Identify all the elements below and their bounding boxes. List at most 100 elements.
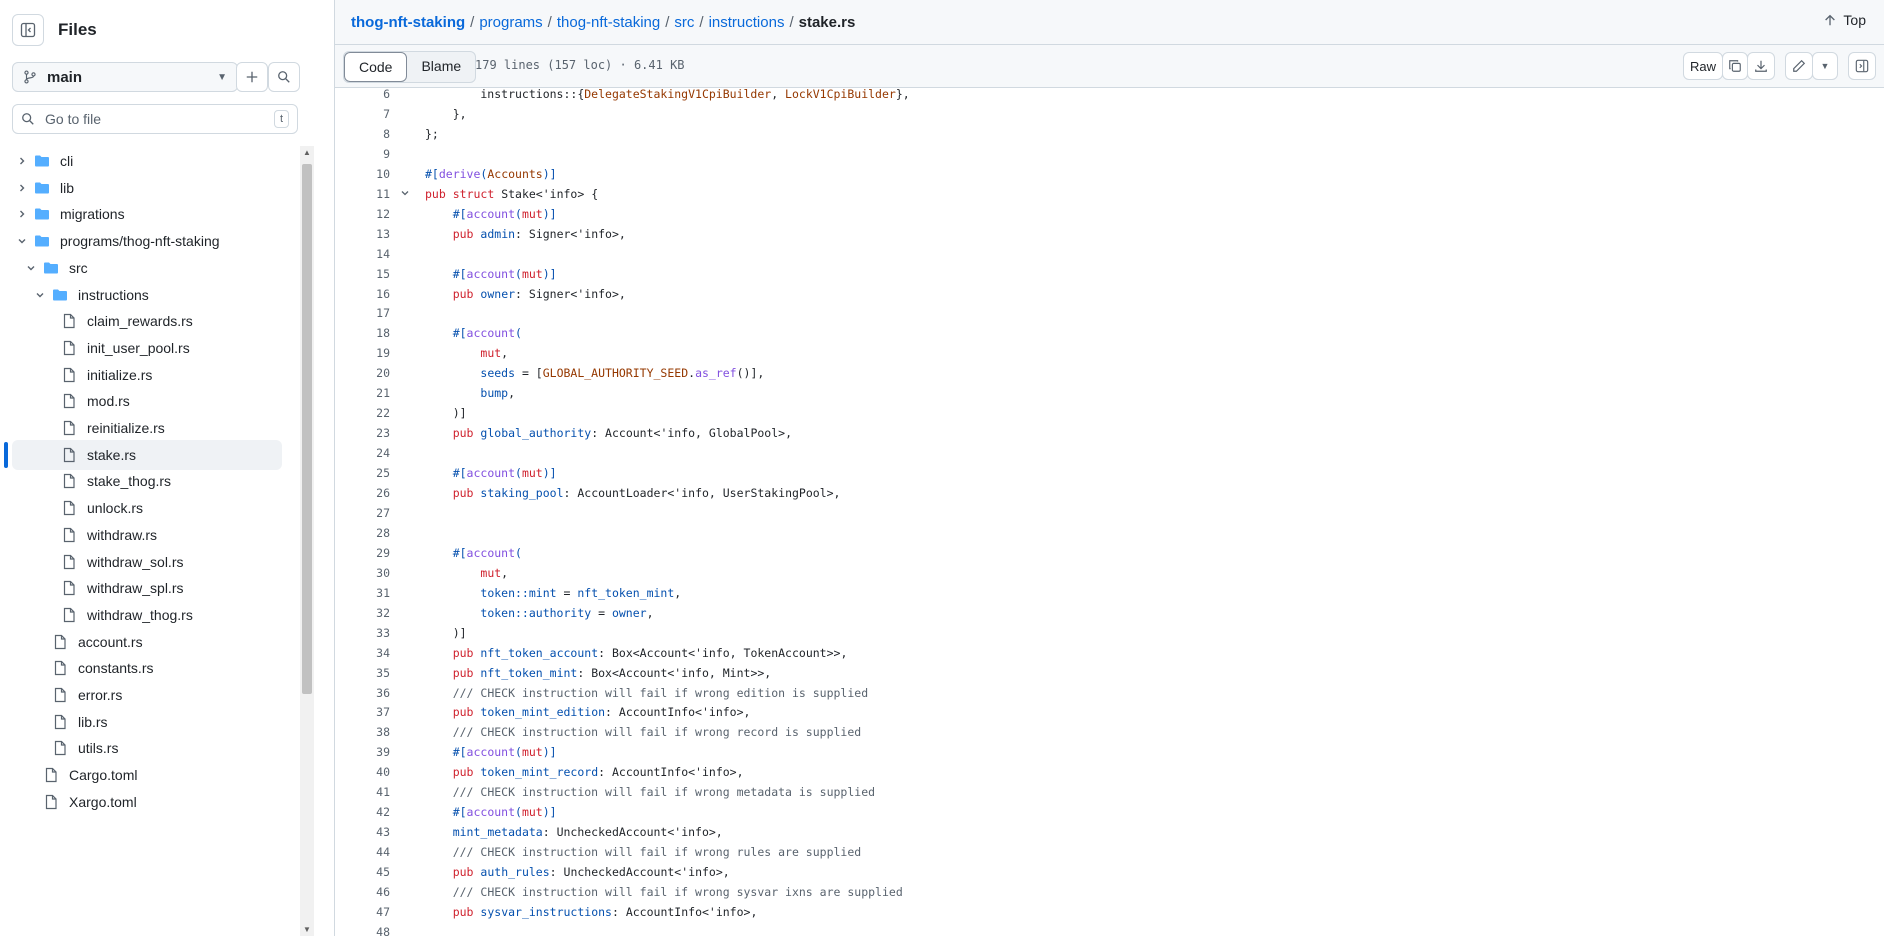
code-text: token::authority = owner, [480,605,654,620]
line-number[interactable]: 16 [335,284,390,304]
fold-chevron-icon[interactable] [399,184,411,204]
line-number[interactable]: 7 [335,104,390,124]
download-button[interactable] [1747,52,1775,80]
tree-file[interactable]: Xargo.toml [12,787,282,817]
tree-file[interactable]: account.rs [12,627,282,657]
line-number[interactable]: 28 [335,523,390,543]
line-number[interactable]: 42 [335,802,390,822]
line-number[interactable]: 29 [335,543,390,563]
line-number[interactable]: 34 [335,643,390,663]
tree-file[interactable]: stake_thog.rs [12,466,282,496]
collapse-sidebar-button[interactable] [12,14,44,46]
tree-file[interactable]: reinitialize.rs [12,413,282,443]
tree-file[interactable]: withdraw_spl.rs [12,573,282,603]
top-link[interactable]: Top [1823,12,1866,28]
line-number[interactable]: 30 [335,563,390,583]
raw-button[interactable]: Raw [1683,52,1723,80]
breadcrumb-link[interactable]: instructions [709,14,785,31]
line-number[interactable]: 41 [335,782,390,802]
breadcrumb-link[interactable]: programs [479,14,542,31]
breadcrumb-link[interactable]: thog-nft-staking [351,14,465,31]
tree-file[interactable]: claim_rewards.rs [12,306,282,336]
line-number[interactable]: 48 [335,922,390,936]
line-number[interactable]: 24 [335,443,390,463]
tree-file[interactable]: withdraw_sol.rs [12,547,282,577]
line-number[interactable]: 8 [335,124,390,144]
branch-selector[interactable]: main ▼ [12,62,238,92]
code-tab[interactable]: Code [344,52,408,82]
keyboard-shortcut: t [273,110,289,128]
line-number[interactable]: 27 [335,503,390,523]
line-number[interactable]: 23 [335,423,390,443]
scroll-up-icon[interactable]: ▲ [303,148,311,157]
edit-options-dropdown[interactable]: ▼ [1812,52,1838,80]
tree-file[interactable]: init_user_pool.rs [12,333,282,363]
line-number[interactable]: 36 [335,683,390,703]
line-number[interactable]: 17 [335,303,390,323]
line-number[interactable]: 43 [335,822,390,842]
tree-file[interactable]: lib.rs [12,707,282,737]
line-number[interactable]: 32 [335,603,390,623]
line-number[interactable]: 45 [335,862,390,882]
go-to-file-input[interactable]: Go to file t [12,104,298,134]
tree-file[interactable]: Cargo.toml [12,760,282,790]
tree-file[interactable]: withdraw_thog.rs [12,600,282,630]
line-number[interactable]: 35 [335,663,390,683]
line-number[interactable]: 22 [335,403,390,423]
code-text: pub admin: Signer<'info>, [452,226,626,241]
line-number[interactable]: 20 [335,363,390,383]
line-number[interactable]: 14 [335,244,390,264]
line-number[interactable]: 21 [335,383,390,403]
line-number[interactable]: 46 [335,882,390,902]
tree-folder[interactable]: src [12,253,282,283]
breadcrumb-link[interactable]: thog-nft-staking [557,14,660,31]
tree-file[interactable]: initialize.rs [12,360,282,390]
tree-folder[interactable]: cli [12,146,282,176]
line-number[interactable]: 11 [335,184,390,204]
tree-file[interactable]: utils.rs [12,733,282,763]
tree-folder[interactable]: lib [12,173,282,203]
copy-raw-button[interactable] [1722,52,1748,80]
tree-item-label: withdraw_spl.rs [87,580,184,597]
tree-folder[interactable]: programs/thog-nft-staking [12,226,282,256]
line-number[interactable]: 9 [335,144,390,164]
line-number[interactable]: 33 [335,623,390,643]
scroll-down-icon[interactable]: ▼ [303,925,311,934]
line-number[interactable]: 37 [335,702,390,722]
edit-file-button[interactable] [1785,52,1813,80]
line-number[interactable]: 26 [335,483,390,503]
line-number[interactable]: 13 [335,224,390,244]
code-text: #[account(mut)] [425,466,557,481]
breadcrumb-link[interactable]: src [674,14,694,31]
line-number[interactable]: 47 [335,902,390,922]
tree-file[interactable]: stake.rs [12,439,282,470]
tree-folder[interactable]: migrations [12,199,282,229]
symbols-panel-button[interactable] [1848,52,1876,80]
line-number[interactable]: 38 [335,722,390,742]
code-text: #[account( [425,545,522,560]
line-number[interactable]: 19 [335,343,390,363]
tree-file[interactable]: error.rs [12,680,282,710]
line-number[interactable]: 6 [335,84,390,104]
line-number[interactable]: 31 [335,583,390,603]
line-number[interactable]: 12 [335,204,390,224]
line-number[interactable]: 44 [335,842,390,862]
line-number[interactable]: 39 [335,742,390,762]
scrollbar-thumb[interactable] [302,164,312,694]
line-number[interactable]: 15 [335,264,390,284]
code-text: pub staking_pool: AccountLoader<'info, U… [452,486,841,500]
search-files-button[interactable] [268,62,300,92]
tree-file[interactable]: mod.rs [12,386,282,416]
tree-file[interactable]: unlock.rs [12,493,282,523]
add-file-button[interactable] [236,62,268,92]
line-number[interactable]: 10 [335,164,390,184]
blame-tab[interactable]: Blame [407,52,475,82]
code-text: mut, [480,565,509,580]
line-number[interactable]: 18 [335,323,390,343]
tree-file[interactable]: withdraw.rs [12,520,282,550]
sidebar-scrollbar[interactable]: ▲ ▼ [300,146,314,936]
line-number[interactable]: 25 [335,463,390,483]
line-number[interactable]: 40 [335,762,390,782]
tree-folder[interactable]: instructions [12,280,282,310]
tree-file[interactable]: constants.rs [12,653,282,683]
